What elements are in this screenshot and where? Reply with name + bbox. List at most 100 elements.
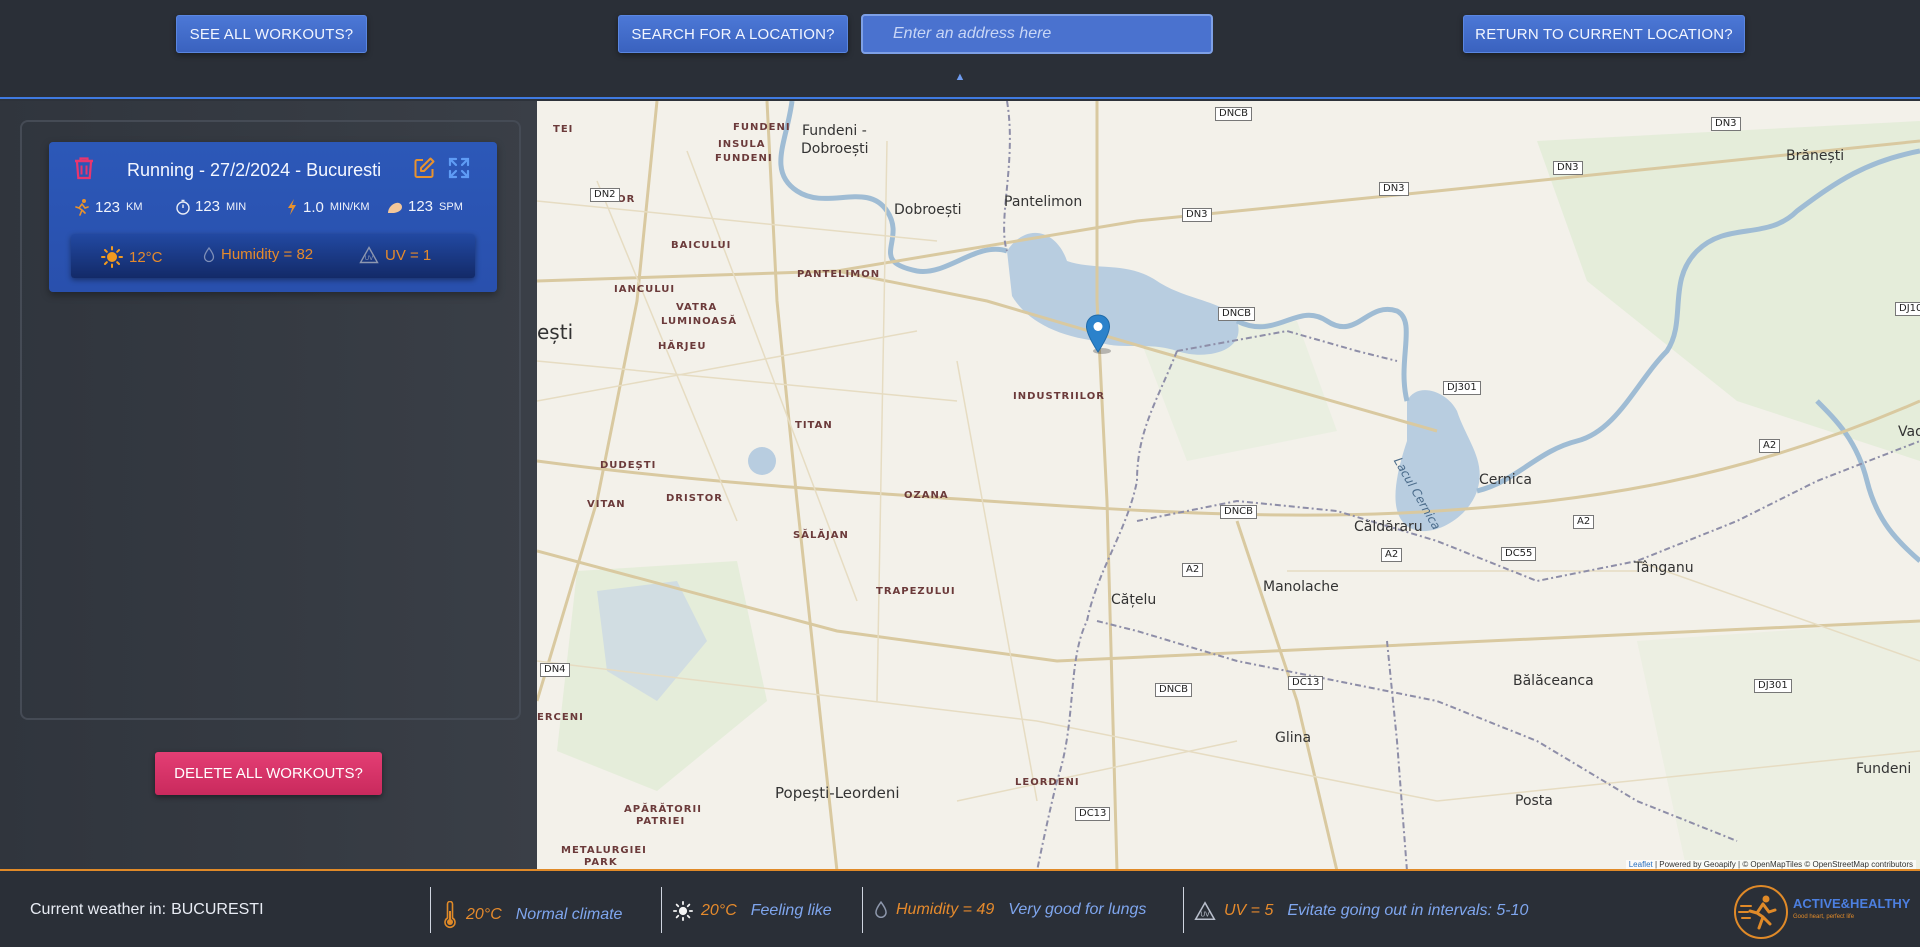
town-label: Bălăceanca (1513, 673, 1594, 689)
footer-feels-temperature: 20°C (701, 902, 737, 919)
footer-uv: UV UV = 5 Evitate going out in intervals… (1194, 901, 1528, 921)
town-label: Brănești (1786, 148, 1845, 164)
footer-feels-label: Feeling like (750, 902, 832, 919)
expand-icon[interactable] (447, 156, 471, 180)
edit-icon[interactable] (412, 156, 436, 180)
footer-climate: Normal climate (515, 906, 623, 923)
cadence-value: 123 (408, 198, 434, 215)
cadence-stat: 123 spm (386, 198, 463, 215)
town-label: Vadu (1898, 424, 1920, 440)
district-label: VATRA (676, 302, 718, 313)
district-label: LEORDENI (1015, 777, 1080, 788)
district-label: ERCENI (537, 712, 584, 723)
road-shield: DC13 (1075, 807, 1111, 821)
district-label: FUNDENI (733, 122, 791, 133)
road-shield: DN4 (540, 663, 570, 677)
workout-card[interactable]: Running - 27/2/2024 - Bucuresti 123 KM 1… (49, 142, 497, 292)
town-label: Glina (1275, 730, 1312, 746)
footer-uv-note: Evitate going out in intervals: 5-10 (1287, 902, 1529, 919)
footer-temperature: 20°C Normal climate (442, 901, 622, 929)
workout-temperature: 12°C (101, 246, 163, 268)
distance-value: 123 (95, 198, 121, 216)
road-shield: DN2 (590, 188, 620, 202)
road-shield: A2 (1759, 439, 1781, 453)
svg-text:UV: UV (365, 255, 374, 262)
map-attribution: Leaflet | Powered by Geoapify | © OpenMa… (1625, 860, 1916, 869)
district-label: METALURGIEI (561, 845, 647, 856)
workout-humidity: Humidity = 82 (203, 246, 313, 263)
pace-value: 1.0 (303, 198, 324, 216)
delete-all-workouts-button[interactable]: DELETE ALL WORKOUTS? (155, 752, 382, 795)
road-shield: DJ10 (1895, 302, 1920, 316)
search-location-button[interactable]: SEARCH FOR A LOCATION? (618, 15, 848, 53)
duration-value: 123 (195, 198, 221, 215)
road-shield: DNCB (1155, 683, 1193, 697)
town-label: Căldăraru (1354, 519, 1423, 535)
sidebar: Running - 27/2/2024 - Bucuresti 123 KM 1… (0, 101, 537, 871)
town-label: Manolache (1263, 579, 1339, 595)
weather-footer: Current weather in: BUCURESTI 20°C Norma… (0, 869, 1920, 947)
divider (661, 887, 662, 933)
lightning-icon (288, 199, 296, 215)
road-shield: DNCB (1218, 307, 1256, 321)
town-label: Popești-Leordeni (775, 784, 900, 802)
workout-stats: 123 km 123 min 1.0 min/km (49, 198, 497, 224)
divider (862, 887, 863, 933)
town-label: Fundeni (1856, 761, 1912, 777)
footer-uv-value: UV = 5 (1224, 902, 1274, 919)
workout-title: Running - 27/2/2024 - Bucuresti (127, 160, 382, 180)
droplet-icon (875, 901, 887, 918)
district-label: TITAN (795, 420, 833, 431)
road-shield: DC13 (1288, 676, 1324, 690)
road-shield: DC55 (1501, 547, 1537, 561)
road-shield: DN3 (1182, 208, 1212, 222)
current-weather-location: Current weather in: BUCURESTI (30, 901, 264, 919)
workout-humidity-value: Humidity = 82 (221, 246, 314, 263)
town-label: Cățelu (1111, 592, 1157, 608)
footer-feels-like: 20°C Feeling like (673, 901, 832, 921)
district-label: OZANA (904, 490, 949, 501)
district-label: DUDEȘTI (600, 460, 657, 471)
district-label: IANCULUI (614, 284, 676, 295)
divider (1183, 887, 1184, 933)
address-search-input[interactable] (861, 14, 1213, 54)
district-label: PARK (584, 857, 618, 868)
active-healthy-logo[interactable]: ACTIVE&HEALTHY Good heart, perfect life (1733, 884, 1910, 940)
see-all-workouts-button[interactable]: SEE ALL WORKOUTS? (176, 15, 367, 53)
leaflet-link[interactable]: Leaflet (1629, 860, 1653, 869)
trash-icon[interactable] (73, 156, 95, 180)
logo-title: ACTIVE&HEALTHY (1793, 896, 1911, 911)
location-marker-icon[interactable] (1085, 314, 1111, 354)
road-shield: DN3 (1711, 117, 1741, 131)
uv-warning-icon: UV (359, 246, 379, 264)
collapse-arrow-icon[interactable]: ▲ (953, 72, 967, 83)
footprint-icon (388, 202, 402, 213)
road-shield: A2 (1381, 548, 1403, 562)
map[interactable]: FUNDENI INSULA FUNDENI TEI OBOR BAICULUI… (537, 101, 1920, 871)
thermometer-icon (444, 901, 456, 929)
distance-stat: 123 km (73, 198, 143, 216)
droplet-icon (203, 246, 215, 262)
road-shield: DJ301 (1443, 381, 1481, 395)
workouts-panel: Running - 27/2/2024 - Bucuresti 123 KM 1… (20, 120, 521, 720)
workout-weather: 12°C Humidity = 82 UV UV = 1 (71, 234, 475, 278)
town-label: Cernica (1479, 472, 1532, 488)
sun-icon (673, 901, 693, 921)
divider (430, 887, 431, 933)
svg-text:UV: UV (1200, 911, 1210, 919)
district-label: TEI (553, 124, 574, 135)
district-label: APĂRĂTORII (624, 804, 702, 815)
stopwatch-icon (176, 199, 190, 215)
uv-warning-icon: UV (1194, 901, 1216, 921)
town-label: ești (537, 320, 574, 344)
duration-stat: 123 min (175, 198, 246, 215)
road-shield: DN3 (1553, 161, 1583, 175)
return-current-location-button[interactable]: RETURN TO CURRENT LOCATION? (1463, 15, 1745, 53)
current-weather-label: Current weather in: (30, 901, 167, 918)
district-label: INDUSTRIILOR (1013, 391, 1105, 402)
road-shield: DJ301 (1754, 679, 1792, 693)
map-tiles[interactable] (537, 101, 1920, 871)
town-label: Posta (1515, 793, 1553, 809)
road-shield: A2 (1573, 515, 1595, 529)
town-label: Dobroești (894, 202, 962, 218)
